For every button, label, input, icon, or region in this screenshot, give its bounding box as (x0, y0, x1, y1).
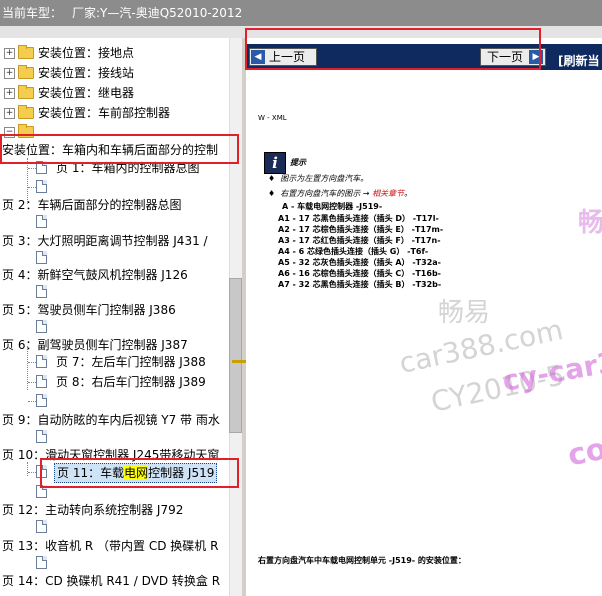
expand-icon[interactable]: + (4, 108, 15, 119)
watermark-changyi-pink: 畅 (578, 208, 602, 238)
folder-icon (18, 45, 34, 59)
tree-scrollbar-thumb[interactable] (229, 278, 242, 433)
title-bar: 当前车型： 厂家:Y—汽-奥迪Q52010-2012 (0, 0, 602, 26)
folder-icon (18, 85, 34, 99)
document-icon (36, 375, 47, 388)
document-icon (36, 430, 47, 443)
tree-page-label[interactable]: 页 2：车辆后面部分的控制器总图 (2, 196, 181, 214)
folder-icon (18, 105, 34, 119)
connector-row: A7 - 32 芯黑色插头连接（插头 B） -T32b- (278, 280, 442, 289)
tree-page-label[interactable]: 页 9：自动防眩的车内后视镜 Y7 带 雨水 (2, 411, 220, 429)
expand-icon[interactable]: + (4, 88, 15, 99)
tree-page-label[interactable]: 页 13：收音机 R （带内置 CD 换碟机 R (2, 537, 218, 555)
tree-page-label[interactable]: 页 14：CD 换碟机 R41 / DVD 转换盒 R (2, 572, 220, 590)
hint-bullet-2: ♦ 右置方向盘汽车的图示 → 相关章节。 (268, 189, 413, 198)
expand-icon[interactable]: + (4, 48, 15, 59)
splitter-grip (232, 360, 246, 363)
document-icon (36, 394, 47, 407)
refresh-link[interactable]: [刷新当 (558, 52, 600, 69)
tree-page-label[interactable]: 页 12：主动转向系统控制器 J792 (2, 501, 183, 519)
tree-page-label[interactable]: 页 3：大灯照明距离调节控制器 J431 / (2, 232, 208, 250)
tree-page-label[interactable]: 页 4：新鲜空气鼓风机控制器 J126 (2, 266, 188, 284)
connector-row: A5 - 32 芯灰色插头连接（插头 A） -T32a- (278, 258, 441, 267)
document-icon (36, 285, 47, 298)
tree-page-label[interactable]: 页 8：右后车门控制器 J389 (56, 373, 206, 391)
document-icon (36, 520, 47, 533)
tree-page-label[interactable]: 页 6：副驾驶员侧车门控制器 J387 (2, 336, 188, 354)
document-icon (36, 355, 47, 368)
current-model-label: 当前车型： (2, 6, 63, 20)
connector-row: A6 - 16 芯棕色插头连接（插头 C） -T16b- (278, 269, 441, 278)
hint-title: 提示 (290, 158, 306, 167)
tree-page-label[interactable]: 页 7：左后车门控制器 J388 (56, 353, 206, 371)
doc-footer: 右置方向盘汽车中车载电网控制单元 -J519- 的安装位置： (258, 556, 466, 565)
watermark-co: co (564, 431, 602, 474)
watermark-changyi: 畅易 (438, 298, 491, 328)
folder-icon (18, 65, 34, 79)
document-icon (36, 215, 47, 228)
connector-row: A1 - 17 芯黑色插头连接（插头 D） -T17l- (278, 214, 439, 223)
document-icon (36, 556, 47, 569)
tree-folder-label[interactable]: 安装位置：继电器 (38, 84, 134, 102)
annotation-box-page (40, 458, 239, 488)
annotation-box-nav (245, 28, 541, 70)
annotation-box-folder (0, 134, 239, 164)
expand-icon[interactable]: + (4, 68, 15, 79)
tree-folder-label[interactable]: 安装位置：接线站 (38, 64, 134, 82)
tree-folder-label[interactable]: 安装位置：接地点 (38, 44, 134, 62)
document-icon (36, 180, 47, 193)
document-icon (36, 320, 47, 333)
connector-row: A4 - 6 芯绿色插头连接（插头 G） -T6f- (278, 247, 429, 256)
tree-connector (27, 462, 28, 476)
current-model-value: 厂家:Y—汽-奥迪Q52010-2012 (72, 6, 243, 20)
doc-header: W - XML (258, 114, 287, 122)
tree-folder-label[interactable]: 安装位置：车前部控制器 (38, 104, 170, 122)
connector-row: A3 - 17 芯红色插头连接（插头 F） -T17n- (278, 236, 441, 245)
info-icon: i (264, 152, 286, 174)
related-chapter-link[interactable]: 相关章节 (372, 189, 404, 198)
tree-page-label[interactable]: 页 5：驾驶员侧车门控制器 J386 (2, 301, 176, 319)
hint-bullet-1: ♦ 图示为左置方向盘汽车。 (268, 174, 369, 183)
connector-row: A2 - 17 芯棕色插头连接（插头 E） -T17m- (278, 225, 444, 234)
document-icon (36, 251, 47, 264)
controller-title: A - 车载电网控制器 -J519- (282, 202, 383, 211)
